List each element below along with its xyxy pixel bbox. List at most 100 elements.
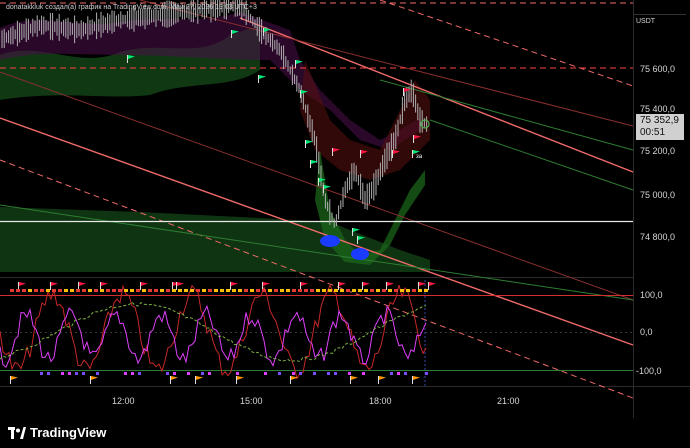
flag-marker — [195, 376, 203, 384]
flag-marker — [176, 282, 184, 290]
osc-top-dot — [424, 289, 428, 292]
osc-top-dot — [274, 289, 278, 292]
osc-bottom-dot — [166, 372, 169, 375]
osc-top-dot — [100, 289, 104, 292]
flag-marker — [230, 282, 238, 290]
chart-plot[interactable]: за — [0, 0, 690, 418]
osc-top-dot — [238, 289, 242, 292]
osc-red-line — [0, 284, 427, 380]
flag-marker — [378, 376, 386, 384]
tradingview-brand: TradingView — [30, 425, 107, 440]
osc-top-dot — [262, 289, 266, 292]
osc-top-dot — [88, 289, 92, 292]
osc-top-dot — [232, 289, 236, 292]
osc-top-dot — [124, 289, 128, 292]
osc-top-dot — [358, 289, 362, 292]
osc-top-dot — [400, 289, 404, 292]
osc-label-minus-100: -100,0 — [636, 366, 662, 376]
osc-top-dot — [22, 289, 26, 292]
osc-top-dot — [34, 289, 38, 292]
tradingview-logo[interactable]: TradingView — [8, 425, 106, 440]
osc-top-dot — [58, 289, 62, 292]
osc-bottom-dot — [292, 372, 295, 375]
osc-bottom-dot — [138, 372, 141, 375]
osc-top-dot — [418, 289, 422, 292]
osc-top-dot — [376, 289, 380, 292]
osc-bottom-dot — [68, 372, 71, 375]
osc-bottom-dot — [61, 372, 64, 375]
flag-marker — [90, 376, 98, 384]
osc-bottom-dot — [313, 372, 316, 375]
flag-marker — [362, 282, 370, 290]
osc-top-dot — [226, 289, 230, 292]
osc-top-dot — [220, 289, 224, 292]
osc-bottom-dot — [278, 372, 281, 375]
osc-top-dot — [148, 289, 152, 292]
osc-top-dot — [250, 289, 254, 292]
osc-top-dot — [10, 289, 14, 292]
chart-frame: за donatakkluk создал(а) график на Tradi… — [0, 0, 690, 448]
osc-top-dot — [184, 289, 188, 292]
flag-marker — [50, 282, 58, 290]
osc-bottom-dot — [47, 372, 50, 375]
osc-top-dot — [346, 289, 350, 292]
osc-bottom-dot — [390, 372, 393, 375]
osc-top-dot — [118, 289, 122, 292]
price-label-1: 75 400,0 — [640, 104, 676, 114]
osc-bottom-dot — [327, 372, 330, 375]
osc-top-dot — [394, 289, 398, 292]
current-price: 75 352,9 — [640, 115, 679, 126]
osc-top-dot — [310, 289, 314, 292]
osc-top-dot — [166, 289, 170, 292]
osc-bottom-dot — [96, 372, 99, 375]
osc-top-dot — [52, 289, 56, 292]
osc-bottom-dot — [173, 372, 176, 375]
osc-bottom-dot — [264, 372, 267, 375]
osc-top-dot — [256, 289, 260, 292]
osc-bottom-dot — [201, 372, 204, 375]
osc-top-dot — [40, 289, 44, 292]
osc-bottom-dot — [82, 372, 85, 375]
osc-top-dot — [334, 289, 338, 292]
flag-marker — [386, 282, 394, 290]
osc-top-dot — [76, 289, 80, 292]
flag-marker — [258, 75, 266, 83]
osc-bottom-dot — [425, 372, 428, 375]
osc-top-dot — [154, 289, 158, 292]
osc-top-dot — [328, 289, 332, 292]
osc-top-dot — [16, 289, 20, 292]
osc-top-dot — [388, 289, 392, 292]
osc-bottom-dot — [208, 372, 211, 375]
flag-marker — [428, 282, 436, 290]
osc-top-dot — [316, 289, 320, 292]
osc-top-dot — [106, 289, 110, 292]
osc-bottom-dot — [362, 372, 365, 375]
flag-marker — [170, 376, 178, 384]
osc-bottom-dot — [40, 372, 43, 375]
price-label-2: 75 200,0 — [640, 146, 676, 156]
current-price-tag: 75 352,9 00:51 — [636, 114, 684, 140]
osc-top-dot — [178, 289, 182, 292]
time-label-3: 21:00 — [497, 396, 520, 406]
osc-label-0: 0,0 — [640, 327, 653, 337]
osc-top-dot — [172, 289, 176, 292]
green-trend-line-2 — [429, 119, 634, 191]
osc-top-dot — [244, 289, 248, 292]
osc-bottom-dot — [124, 372, 127, 375]
osc-top-dot — [406, 289, 410, 292]
osc-top-dot — [130, 289, 134, 292]
osc-top-dot — [382, 289, 386, 292]
osc-top-dot — [214, 289, 218, 292]
osc-top-dot — [280, 289, 284, 292]
osc-top-dot — [286, 289, 290, 292]
osc-top-dot — [112, 289, 116, 292]
flag-marker — [236, 376, 244, 384]
osc-bottom-dot — [404, 372, 407, 375]
time-label-1: 15:00 — [240, 396, 263, 406]
osc-top-dot — [268, 289, 272, 292]
osc-top-dot — [304, 289, 308, 292]
currency-label: USDT — [636, 18, 656, 25]
osc-top-dot — [94, 289, 98, 292]
tradingview-logo-icon — [8, 426, 26, 439]
osc-bottom-dot — [236, 372, 239, 375]
